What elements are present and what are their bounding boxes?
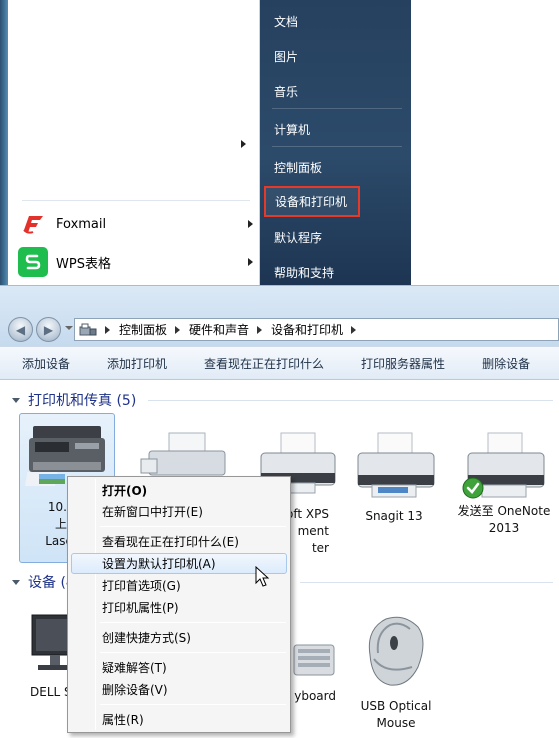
start-item-control-panel[interactable]: 控制面板	[266, 152, 406, 182]
program-label: WPS表格	[56, 256, 111, 272]
menu-item-open[interactable]: 打开(O)	[71, 480, 287, 501]
add-printer-button[interactable]: 添加打印机	[85, 355, 182, 372]
printers-group-label: 打印机和传真 (5)	[28, 393, 137, 409]
breadcrumb-hardware-and-sound[interactable]: 硬件和声音	[189, 321, 249, 338]
device-caption: Snagit 13	[365, 509, 423, 523]
address-bar[interactable]: 控制面板 硬件和声音 设备和打印机	[74, 318, 559, 341]
printers-group-header[interactable]: 打印机和传真 (5)	[12, 390, 136, 410]
printer-onenote-item[interactable]: 发送至 OneNote 2013	[450, 429, 558, 549]
device-caption: USB Optical	[360, 699, 432, 713]
printer-snagit-item[interactable]: Snagit 13	[346, 429, 442, 539]
breadcrumb: 控制面板 硬件和声音 设备和打印机	[97, 321, 365, 338]
submenu-arrow-icon[interactable]	[248, 258, 253, 266]
wps-spreadsheet-icon	[18, 247, 48, 277]
breadcrumb-chevron-icon[interactable]	[351, 325, 357, 334]
submenu-arrow-icon[interactable]	[241, 140, 246, 148]
back-button[interactable]: ◀	[8, 317, 33, 342]
program-label: Foxmail	[56, 216, 107, 232]
start-item-help-and-support[interactable]: 帮助和支持	[266, 257, 406, 285]
devices-folder-icon	[79, 323, 97, 335]
start-item-music[interactable]: 音乐	[266, 76, 406, 106]
print-server-properties-button[interactable]: 打印服务器属性	[339, 355, 460, 372]
menu-separator	[100, 622, 286, 623]
program-wps-spreadsheet[interactable]: WPS表格	[14, 245, 260, 279]
group-divider	[148, 400, 553, 401]
submenu-arrow-icon[interactable]	[248, 220, 253, 228]
start-menu-programs-pane: Foxmail WPS表格	[8, 0, 260, 285]
menu-separator	[100, 652, 286, 653]
menu-item-properties[interactable]: 属性(R)	[71, 709, 287, 730]
mouse-pointer-icon	[255, 566, 270, 587]
group-divider	[300, 582, 553, 583]
places-divider	[272, 146, 402, 147]
device-caption: 发送至 OneNote	[457, 504, 551, 518]
default-checkmark-icon	[462, 477, 484, 499]
printer-context-menu: 打开(O) 在新窗口中打开(E) 查看现在正在打印什么(E) 设置为默认打印机(…	[67, 476, 291, 733]
collapse-arrow-icon[interactable]	[12, 397, 20, 403]
breadcrumb-control-panel[interactable]: 控制面板	[119, 321, 167, 338]
menu-separator	[100, 704, 286, 705]
navigation-bar: ◀ ▶ 控制面板 硬件和声音 设备和打印机	[0, 286, 559, 346]
start-menu: Foxmail WPS表格 文档 图片 音乐 计算机 控制面板 设备和打印机 默…	[0, 0, 559, 285]
remove-device-button[interactable]: 删除设备	[460, 355, 545, 372]
desktop-background	[411, 0, 559, 285]
places-divider	[272, 108, 402, 109]
menu-item-remove-device[interactable]: 删除设备(V)	[71, 679, 287, 700]
recent-pages-dropdown-icon[interactable]	[65, 326, 73, 330]
menu-item-printer-properties[interactable]: 打印机属性(P)	[71, 597, 287, 618]
menu-item-see-whats-printing[interactable]: 查看现在正在打印什么(E)	[71, 531, 287, 552]
mouse-icon	[368, 616, 424, 686]
start-item-pictures[interactable]: 图片	[266, 41, 406, 71]
add-device-button[interactable]: 添加设备	[0, 355, 85, 372]
fax-printer-icon	[140, 432, 226, 476]
menu-item-troubleshoot[interactable]: 疑难解答(T)	[71, 657, 287, 678]
start-item-computer[interactable]: 计算机	[266, 114, 406, 144]
start-menu-frame-edge	[0, 0, 8, 285]
forward-arrow-icon: ▶	[43, 322, 54, 337]
back-arrow-icon: ◀	[15, 322, 26, 337]
devices-group-header[interactable]: 设备 (4	[12, 572, 75, 592]
breadcrumb-chevron-icon[interactable]	[175, 325, 181, 334]
printer-icon	[357, 432, 435, 498]
forward-button[interactable]: ▶	[36, 317, 61, 342]
device-caption: 2013	[488, 521, 520, 535]
start-menu-places-pane: 文档 图片 音乐 计算机 控制面板 设备和打印机 默认程序 帮助和支持	[260, 0, 411, 285]
menu-item-create-shortcut[interactable]: 创建快捷方式(S)	[71, 627, 287, 648]
command-bar: 添加设备 添加打印机 查看现在正在打印什么 打印服务器属性 删除设备	[0, 346, 559, 380]
device-usb-mouse-item[interactable]: USB Optical Mouse	[348, 609, 444, 730]
programs-separator	[22, 200, 250, 201]
start-item-devices-and-printers[interactable]: 设备和打印机	[264, 186, 360, 217]
see-whats-printing-button[interactable]: 查看现在正在打印什么	[182, 355, 339, 372]
menu-separator	[100, 526, 286, 527]
program-foxmail[interactable]: Foxmail	[14, 207, 260, 241]
start-item-documents[interactable]: 文档	[266, 6, 406, 36]
breadcrumb-chevron-icon[interactable]	[257, 325, 263, 334]
start-item-default-programs[interactable]: 默认程序	[266, 222, 406, 252]
breadcrumb-chevron-icon[interactable]	[105, 325, 110, 334]
foxmail-icon	[18, 209, 48, 239]
menu-item-open-new-window[interactable]: 在新窗口中打开(E)	[71, 501, 287, 522]
device-caption: Mouse	[376, 716, 416, 730]
breadcrumb-devices-and-printers[interactable]: 设备和打印机	[271, 321, 343, 338]
collapse-arrow-icon[interactable]	[12, 579, 20, 585]
